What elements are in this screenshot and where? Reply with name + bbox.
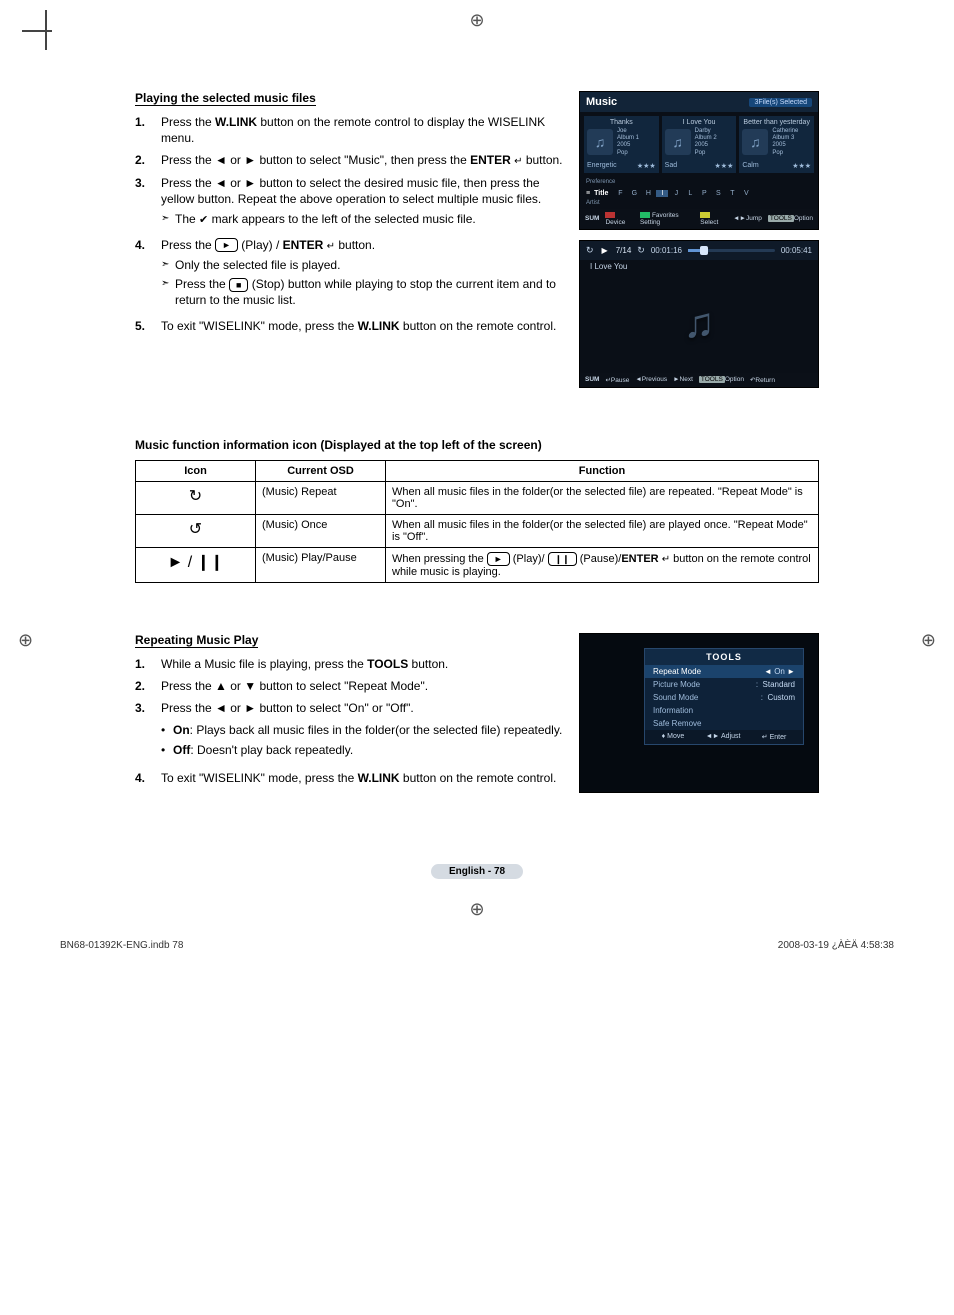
hint-bar: SUM ↵Pause ◄Previous ►Next TOOLSOption ↶… bbox=[580, 373, 818, 387]
tools-row: Picture Mode: Standard bbox=[645, 678, 803, 691]
music-cell: Better than yesterday ♫ CatherineAlbum 3… bbox=[739, 116, 814, 173]
step-3: 3. Press the ◄ or ► button to select the… bbox=[135, 175, 565, 231]
hint-bar: SUM Device Favorites Setting Select ◄►Ju… bbox=[580, 209, 818, 229]
footer-left: BN68-01392K-ENG.indb 78 bbox=[60, 940, 183, 951]
tools-row: Safe Remove bbox=[645, 717, 803, 730]
step-4: 4. Press the ► (Play) / ENTER ↵ button. … bbox=[135, 237, 565, 312]
tools-panel: TOOLS Repeat Mode ◄ On ► Picture Mode: S… bbox=[644, 648, 804, 745]
registration-mark-left: ⊕ bbox=[18, 630, 33, 651]
step-r1: 1. While a Music file is playing, press … bbox=[135, 656, 565, 672]
play-button-icon: ► bbox=[215, 238, 238, 252]
shot-title: Music bbox=[586, 96, 617, 108]
screenshot-music-library: Music 3File(s) Selected Thanks ♫ JoeAlbu… bbox=[579, 91, 819, 230]
heading-icon-table: Music function information icon (Display… bbox=[135, 438, 819, 452]
table-row: ► / ❙❙ (Music) Play/Pause When pressing … bbox=[136, 547, 819, 582]
music-cell: I Love You ♫ DarbyAlbum 22005Pop Sad★★★ bbox=[662, 116, 737, 173]
tools-row: Information bbox=[645, 704, 803, 717]
footer-right: 2008-03-19 ¿ÀÈÄ 4:58:38 bbox=[778, 940, 894, 951]
step-2: 2. Press the ◄ or ► button to select "Mu… bbox=[135, 152, 565, 169]
heading-repeat: Repeating Music Play bbox=[135, 633, 258, 648]
icon-table: Icon Current OSD Function ↻ (Music) Repe… bbox=[135, 460, 819, 583]
once-icon: ↺ bbox=[136, 514, 256, 547]
steps-playing: 1. Press the W.LINK button on the remote… bbox=[135, 114, 565, 334]
step-5: 5. To exit "WISELINK" mode, press the W.… bbox=[135, 318, 565, 334]
music-cell: Thanks ♫ JoeAlbum 12005Pop Energetic★★★ bbox=[584, 116, 659, 173]
tools-row-repeat: Repeat Mode ◄ On ► bbox=[645, 665, 803, 678]
enter-icon: ↵ bbox=[327, 240, 335, 254]
table-row: ↻ (Music) Repeat When all music files in… bbox=[136, 481, 819, 514]
registration-mark-bottom: ⊕ bbox=[55, 899, 899, 920]
page-number: English - 78 bbox=[135, 863, 819, 879]
screenshot-tools: TOOLS Repeat Mode ◄ On ► Picture Mode: S… bbox=[579, 633, 819, 793]
music-note-icon: ♫ bbox=[665, 129, 691, 155]
repeat-icon: ↻ bbox=[637, 245, 645, 256]
tools-footer: ♦ Move ◄► Adjust ↵ Enter bbox=[645, 730, 803, 744]
step-r4: 4. To exit "WISELINK" mode, press the W.… bbox=[135, 770, 565, 786]
steps-repeat: 1. While a Music file is playing, press … bbox=[135, 656, 565, 786]
step-r3: 3. Press the ◄ or ► button to select "On… bbox=[135, 700, 565, 764]
stop-button-icon: ■ bbox=[229, 278, 248, 292]
progress-bar bbox=[688, 249, 775, 252]
sort-bar: ≡ Title F G H I J L P S T V bbox=[580, 187, 818, 200]
step-r2: 2. Press the ▲ or ▼ button to select "Re… bbox=[135, 678, 565, 694]
repeat-icon: ↻ bbox=[136, 481, 256, 514]
play-icon: ▶ bbox=[600, 245, 610, 256]
step-1: 1. Press the W.LINK button on the remote… bbox=[135, 114, 565, 146]
music-note-icon: ♫ bbox=[587, 129, 613, 155]
screenshot-now-playing: ↻ ▶ 7/14 ↻ 00:01:16 00:05:41 I Love You … bbox=[579, 240, 819, 388]
music-note-icon: ♫ bbox=[683, 299, 715, 347]
music-note-icon: ♫ bbox=[742, 129, 768, 155]
play-button-icon: ► bbox=[487, 552, 510, 566]
selected-badge: 3File(s) Selected bbox=[749, 98, 812, 107]
enter-icon: ↵ bbox=[662, 554, 670, 565]
pause-button-icon: ❙❙ bbox=[548, 552, 577, 566]
play-pause-icon: ► / ❙❙ bbox=[136, 547, 256, 582]
check-icon: ✔ bbox=[199, 213, 208, 228]
table-row: ↺ (Music) Once When all music files in t… bbox=[136, 514, 819, 547]
tools-row: Sound Mode: Custom bbox=[645, 691, 803, 704]
registration-mark-top: ⊕ bbox=[55, 10, 899, 31]
registration-mark-right: ⊕ bbox=[921, 630, 936, 651]
repeat-icon: ↻ bbox=[586, 245, 594, 256]
heading-playing: Playing the selected music files bbox=[135, 91, 316, 106]
